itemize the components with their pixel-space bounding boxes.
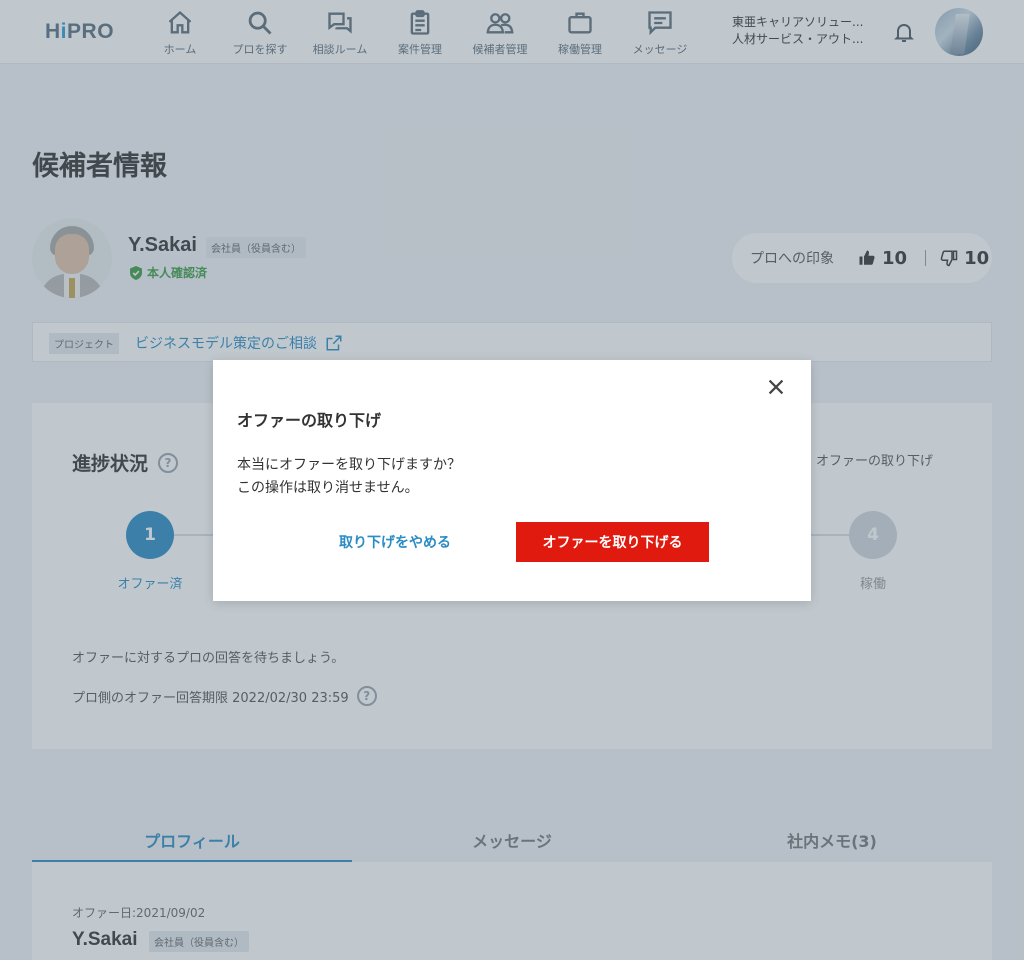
dialog-message-line1: 本当にオファーを取り下げますか？ xyxy=(237,457,461,473)
dialog-message: 本当にオファーを取り下げますか？ この操作は取り消せません。 xyxy=(237,454,461,500)
withdraw-offer-dialog: オファーの取り下げ 本当にオファーを取り下げますか？ この操作は取り消せません。… xyxy=(213,360,811,601)
dialog-message-line2: この操作は取り消せません。 xyxy=(237,480,419,496)
close-icon[interactable] xyxy=(765,376,787,398)
dialog-title: オファーの取り下げ xyxy=(237,411,382,430)
confirm-withdraw-button[interactable]: オファーを取り下げる xyxy=(516,522,709,562)
cancel-withdraw-button[interactable]: 取り下げをやめる xyxy=(323,522,467,562)
